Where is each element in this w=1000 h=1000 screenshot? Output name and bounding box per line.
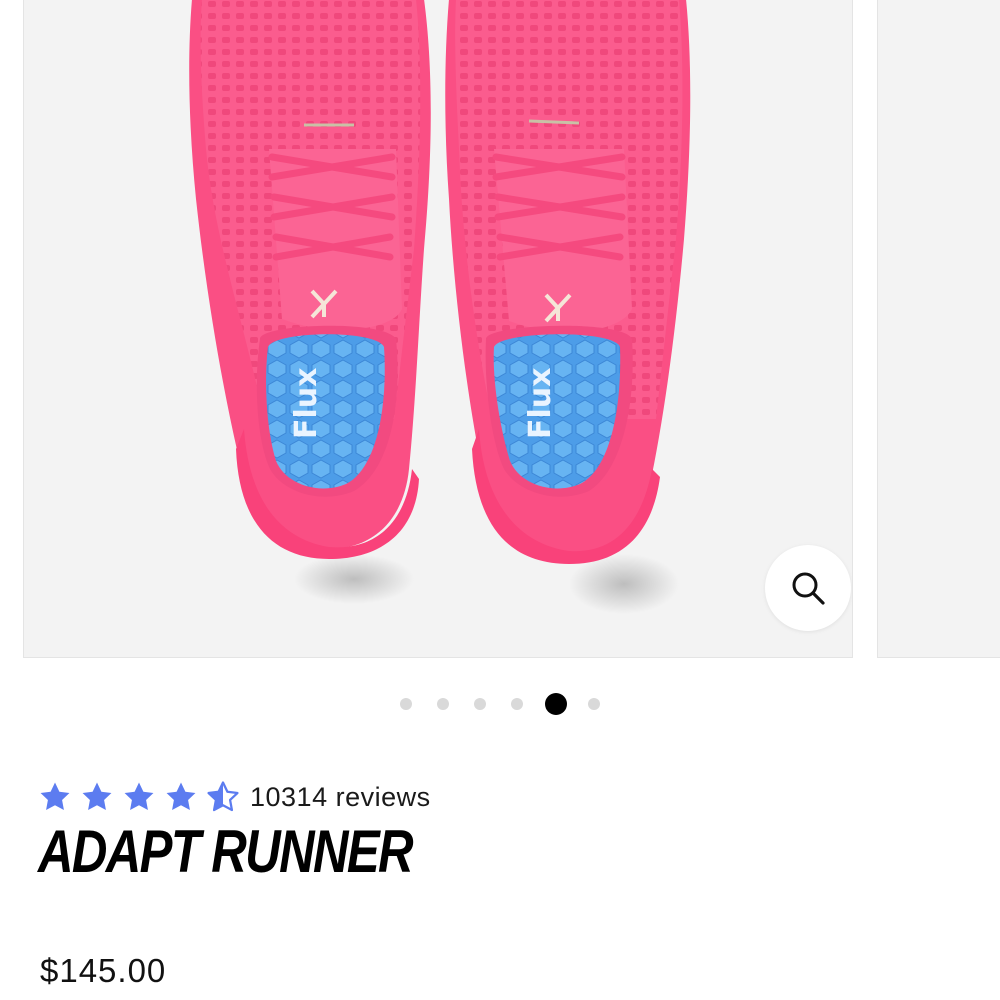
product-image-slide[interactable]: Flux Flux xyxy=(23,0,853,658)
pagination-dot-6[interactable] xyxy=(588,698,600,710)
left-shoe: Flux xyxy=(189,0,431,559)
right-shoe: Flux xyxy=(445,0,691,564)
product-price: $145.00 xyxy=(40,952,167,989)
search-icon xyxy=(792,572,825,605)
product-image: Flux Flux xyxy=(189,0,691,614)
product-gallery[interactable]: Flux Flux xyxy=(0,0,1000,660)
pagination-dot-1[interactable] xyxy=(400,698,412,710)
review-count-link[interactable]: 10314 reviews xyxy=(250,782,431,813)
product-rating[interactable]: 10314 reviews xyxy=(38,778,431,816)
zoom-button[interactable] xyxy=(765,545,851,631)
pagination-dot-2[interactable] xyxy=(437,698,449,710)
rating-stars xyxy=(38,780,248,814)
star-icon xyxy=(40,782,70,811)
star-icon xyxy=(124,782,154,811)
half-star-icon xyxy=(207,781,239,812)
pagination-dot-3[interactable] xyxy=(474,698,486,710)
gallery-pagination xyxy=(0,692,1000,716)
star-icon xyxy=(166,782,196,811)
svg-text:Flux: Flux xyxy=(523,368,558,439)
pagination-dot-4[interactable] xyxy=(511,698,523,710)
next-image-slide-peek[interactable] xyxy=(877,0,1000,658)
pagination-dot-5-active[interactable] xyxy=(544,693,567,715)
star-icon xyxy=(82,782,112,811)
product-title: ADAPT RUNNER xyxy=(38,818,414,885)
svg-text:Flux: Flux xyxy=(289,368,324,439)
